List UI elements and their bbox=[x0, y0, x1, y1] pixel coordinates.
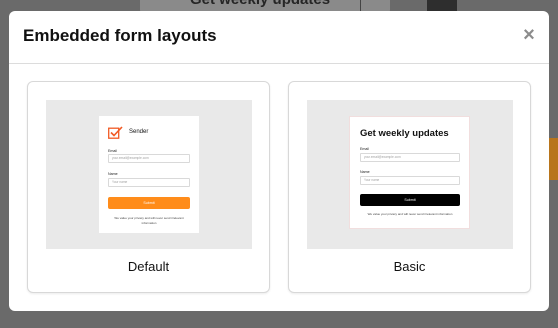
submit-button: Submit bbox=[108, 197, 190, 209]
mini-form: Get weekly updates Email your.email@exam… bbox=[349, 116, 470, 229]
form-heading: Get weekly updates bbox=[360, 128, 449, 139]
layout-option-default[interactable]: Sender Email your.email@example.com Name… bbox=[27, 81, 270, 293]
name-field: Your name bbox=[108, 178, 190, 187]
name-field: Your name bbox=[360, 176, 460, 185]
form-preview-basic: Get weekly updates Email your.email@exam… bbox=[307, 100, 513, 249]
brand-name: Sender bbox=[129, 129, 149, 135]
modal-title: Embedded form layouts bbox=[23, 26, 217, 45]
email-field: your.email@example.com bbox=[108, 154, 190, 163]
email-label: Email bbox=[108, 149, 117, 153]
modal-header: Embedded form layouts × bbox=[9, 11, 549, 64]
form-preview-default: Sender Email your.email@example.com Name… bbox=[46, 100, 252, 249]
option-label-default: Default bbox=[127, 259, 170, 274]
brand-row: Sender bbox=[108, 125, 148, 139]
sender-logo-icon bbox=[108, 125, 123, 139]
background-page-title: Get weekly updates bbox=[190, 0, 330, 8]
mini-form: Sender Email your.email@example.com Name… bbox=[99, 116, 199, 233]
privacy-text: We value your privacy and will never sen… bbox=[114, 216, 184, 225]
submit-button: Submit bbox=[360, 194, 460, 206]
option-label-basic: Basic bbox=[393, 259, 426, 274]
name-label: Name bbox=[360, 170, 370, 174]
email-field: your.email@example.com bbox=[360, 153, 460, 162]
email-label: Email bbox=[360, 147, 369, 151]
layout-option-basic[interactable]: Get weekly updates Email your.email@exam… bbox=[288, 81, 531, 293]
embedded-form-layouts-modal: Embedded form layouts × Sender Email you… bbox=[9, 11, 549, 311]
name-label: Name bbox=[108, 172, 118, 176]
close-icon[interactable]: × bbox=[521, 25, 537, 45]
background-accent bbox=[549, 138, 558, 180]
privacy-text: We value your privacy and will never sen… bbox=[367, 212, 453, 216]
